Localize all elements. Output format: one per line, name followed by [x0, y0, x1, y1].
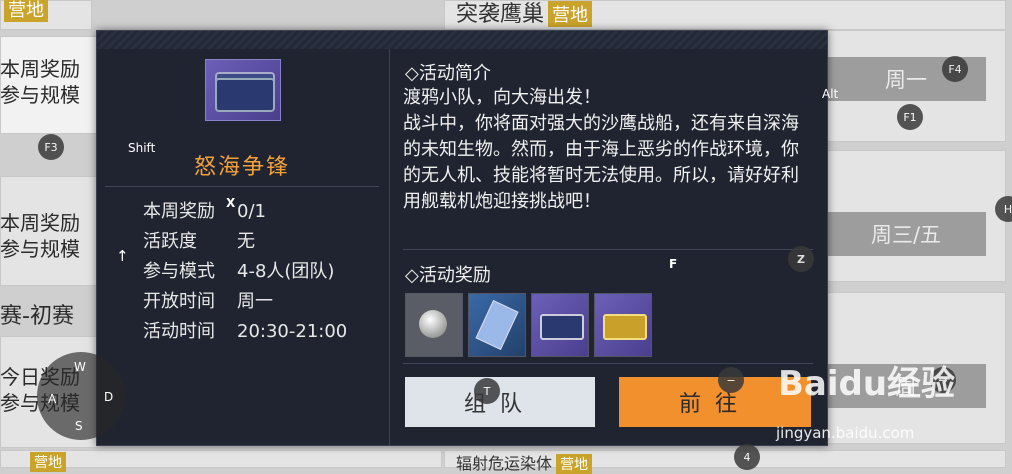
reward-title: ◇活动奖励	[405, 265, 491, 286]
intro-title: ◇活动简介	[405, 63, 491, 84]
chest-body	[215, 78, 275, 112]
key-hint-f: F	[669, 257, 678, 271]
info-row-event-time: 活动时间 20:30-21:00	[143, 321, 348, 342]
info-row-weekly-reward: 本周奖励 0/1	[143, 201, 266, 222]
baidu-watermark-url: jingyan.baidu.com	[776, 424, 915, 442]
key-hint-t: T	[474, 378, 500, 404]
event-chest-icon	[205, 59, 281, 121]
left-divider	[105, 186, 379, 187]
reward-item-gold-chest[interactable]	[594, 293, 652, 357]
key-hint-z: Z	[788, 246, 814, 272]
modal-divider	[389, 49, 390, 445]
bg-card-bottom-left	[0, 450, 442, 468]
info-row-mode: 参与模式 4-8人(团队)	[143, 261, 335, 282]
bg-left-1-text2: 参与规模	[0, 83, 80, 107]
intro-text: 渡鸦小队，向大海出发！ 战斗中，你将面对强大的沙鹰战船，还有来自深海的未知生物。…	[403, 87, 799, 212]
key-hint-f4: F4	[942, 56, 968, 82]
reward-item-chest[interactable]	[531, 293, 589, 357]
joystick-d: D	[104, 390, 114, 404]
coin-icon	[419, 310, 447, 338]
key-hint-f1: F1	[897, 104, 923, 130]
bg-btn-wed-fri[interactable]: 周三/五	[826, 212, 986, 256]
intro-divider	[403, 249, 813, 250]
reward-item-coin[interactable]	[405, 293, 463, 357]
joystick-s: S	[75, 419, 83, 433]
reward-divider	[403, 363, 813, 364]
key-hint-shift: Shift	[128, 141, 156, 155]
info-row-open-time: 开放时间 周一	[143, 291, 273, 312]
key-hint-minus: −	[718, 367, 744, 393]
reward-item-card[interactable]	[468, 293, 526, 357]
key-hint-up-arrow: ↑	[116, 247, 129, 265]
bg-left-2-text2: 参与规模	[0, 237, 80, 261]
card-icon	[475, 300, 519, 350]
joystick-w: W	[74, 360, 86, 374]
bg-left-3-title: 赛-初赛	[0, 304, 74, 329]
key-hint-x: X	[226, 196, 236, 210]
bg-right-top-title: 突袭鹰巢 营地	[456, 0, 593, 28]
joystick-a: A	[48, 392, 57, 406]
info-row-activity: 活跃度无	[143, 231, 255, 252]
gold-chest-icon	[603, 314, 647, 340]
team-button[interactable]: 组队	[405, 377, 595, 427]
bg-bottom-left-tag: 营地	[26, 452, 66, 472]
key-hint-4: 4	[734, 444, 760, 470]
bg-left-2-text1: 本周奖励	[0, 211, 80, 235]
bg-left-1-text1: 本周奖励	[0, 57, 80, 81]
baidu-watermark: Baidu经验	[778, 364, 956, 404]
event-name: 怒海争锋	[193, 155, 290, 180]
bg-camp-tag-top-left: 营地	[0, 0, 48, 22]
key-hint-f3: F3	[38, 134, 64, 160]
chest-icon	[540, 314, 584, 340]
modal-top-bar	[97, 31, 827, 49]
bg-bottom-right-title: 辐射危运染体 营地	[456, 450, 593, 474]
key-hint-alt: Alt	[822, 87, 839, 101]
